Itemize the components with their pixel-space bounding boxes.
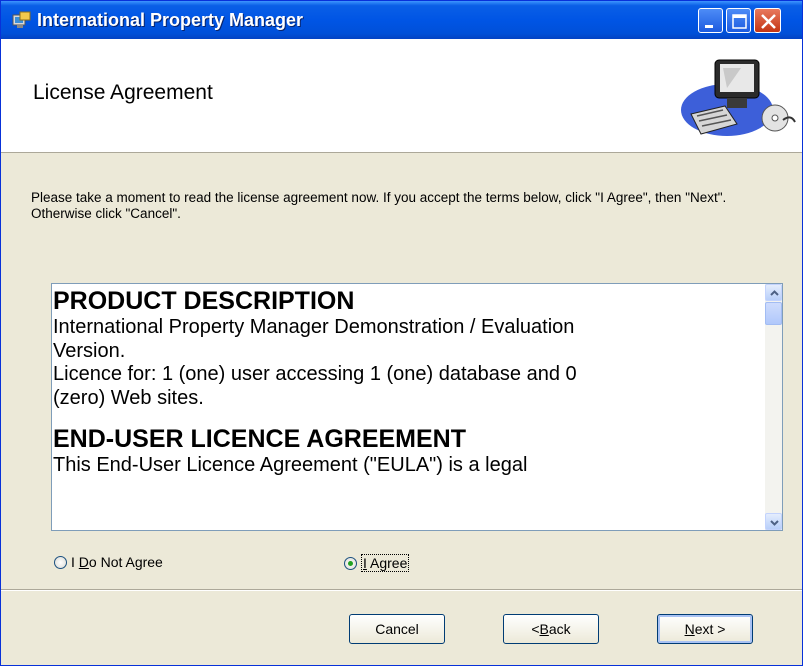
license-text: PRODUCT DESCRIPTION International Proper… bbox=[53, 284, 758, 530]
radio-selected-icon bbox=[344, 556, 357, 570]
eula-line: Licence for: 1 (one) user accessing 1 (o… bbox=[53, 363, 577, 385]
scroll-down-button[interactable] bbox=[765, 513, 782, 530]
close-icon bbox=[761, 14, 776, 29]
computer-installer-icon bbox=[681, 59, 796, 136]
radio-agree-label: I Agree bbox=[361, 554, 410, 572]
minimize-button[interactable] bbox=[698, 8, 723, 33]
radio-do-not-agree[interactable]: I Do Not Agree bbox=[54, 554, 163, 570]
page-title: License Agreement bbox=[33, 81, 213, 104]
chevron-down-icon bbox=[770, 520, 779, 526]
eula-line: Version. bbox=[53, 339, 126, 362]
button-separator bbox=[1, 589, 802, 591]
radio-agree[interactable]: I Agree bbox=[344, 554, 410, 572]
eula-line: International Property Manager Demonstra… bbox=[53, 316, 575, 338]
license-scrollbar[interactable] bbox=[765, 284, 782, 530]
installer-app-icon bbox=[12, 11, 31, 28]
header-banner: License Agreement bbox=[1, 39, 802, 153]
eula-line: (zero) Web sites. bbox=[53, 386, 204, 409]
eula-heading-product: PRODUCT DESCRIPTION bbox=[53, 287, 355, 315]
cancel-button[interactable]: Cancel bbox=[349, 614, 445, 644]
radio-do-not-agree-label: I Do Not Agree bbox=[71, 554, 163, 570]
maximize-button[interactable] bbox=[726, 8, 751, 33]
dialog-content: Please take a moment to read the license… bbox=[1, 153, 802, 588]
title-bar[interactable]: International Property Manager bbox=[1, 1, 802, 39]
close-button[interactable] bbox=[754, 8, 781, 33]
instructions-text: Please take a moment to read the license… bbox=[31, 190, 727, 221]
eula-line: This End-User Licence Agreement ("EULA")… bbox=[53, 454, 528, 476]
scroll-thumb[interactable] bbox=[765, 302, 782, 325]
chevron-up-icon bbox=[770, 290, 779, 296]
scroll-up-button[interactable] bbox=[765, 284, 782, 301]
minimize-icon bbox=[705, 25, 713, 28]
radio-unselected-icon bbox=[54, 555, 67, 569]
maximize-icon bbox=[732, 14, 747, 29]
back-button[interactable]: < Back bbox=[503, 614, 599, 644]
window-title: International Property Manager bbox=[37, 10, 304, 30]
next-button[interactable]: Next > bbox=[657, 614, 753, 644]
license-text-box[interactable]: PRODUCT DESCRIPTION International Proper… bbox=[51, 283, 783, 531]
installer-window: International Property Manager License A… bbox=[0, 0, 803, 666]
eula-heading-agreement: END-USER LICENCE AGREEMENT bbox=[53, 425, 466, 453]
